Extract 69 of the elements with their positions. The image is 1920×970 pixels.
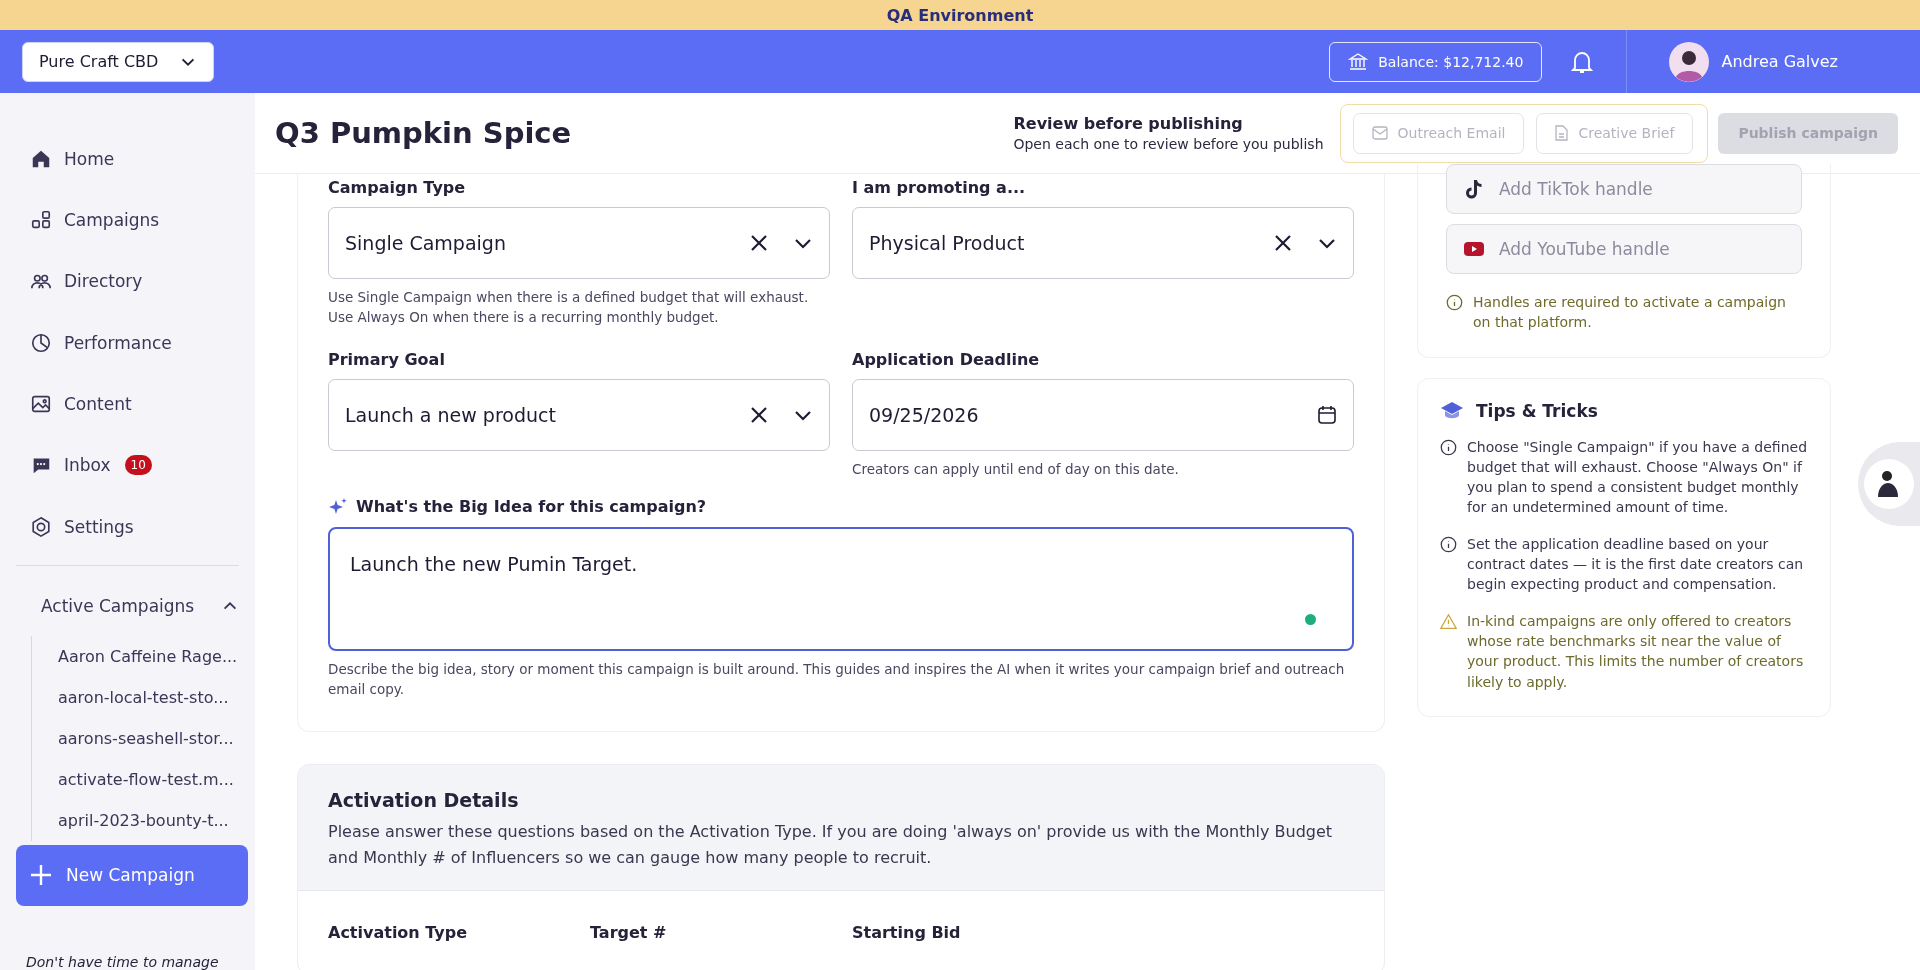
sidebar-item[interactable]: Campaigns <box>0 189 255 251</box>
user-name[interactable]: Andrea Galvez <box>1721 52 1838 71</box>
sidebar-item[interactable]: Performance <box>0 312 255 374</box>
handle-input[interactable]: Add YouTube handle <box>1497 238 1785 260</box>
field-label: Application Deadline <box>852 349 1041 369</box>
info-icon <box>1440 438 1457 456</box>
section-title: Activation Details <box>328 789 520 812</box>
field-label: What's the Big Idea for this campaign? <box>356 497 707 517</box>
sidebar-item[interactable]: Directory <box>0 250 255 312</box>
select-field[interactable]: Single Campaign <box>328 207 830 279</box>
page-title: Q3 Pumpkin Spice <box>275 116 572 150</box>
section-toggle[interactable]: Active Campaigns <box>0 576 255 636</box>
handle-field[interactable]: Add TikTok handle <box>1446 164 1802 214</box>
big-idea-textarea[interactable]: Launch the new Pumin Target. <box>328 526 1354 651</box>
campaign-link[interactable]: Aaron Caffeine Rage... <box>58 635 255 677</box>
handle-input[interactable]: Add TikTok handle <box>1497 178 1785 200</box>
sidebar-item[interactable]: Inbox 10 <box>0 434 255 496</box>
document-icon <box>1555 125 1569 141</box>
campaign-link[interactable]: aarons-seashell-stor... <box>58 717 255 759</box>
date-field[interactable]: 09/25/2026 <box>852 378 1354 451</box>
info-icon <box>1446 294 1463 311</box>
campaign-link[interactable]: april-2023-bounty-t... <box>58 799 255 841</box>
settings-icon <box>30 515 52 538</box>
brand-dropdown[interactable]: Pure Craft CBD <box>22 41 214 82</box>
handles-note: Handles are required to activate a campaign on that platform. <box>1446 292 1802 333</box>
field-label: Primary Goal <box>328 349 446 369</box>
plus-icon <box>30 864 52 887</box>
column-header: Activation Type <box>328 923 469 943</box>
tips-title: Tips & Tricks <box>1476 400 1598 421</box>
mail-icon <box>1371 126 1388 140</box>
column-header: Starting Bid <box>852 923 961 943</box>
environment-banner: QA Environment <box>0 0 1920 30</box>
review-title: Review before publishing <box>1013 114 1244 133</box>
avatar-icon[interactable] <box>1669 41 1710 82</box>
field-label: Campaign Type <box>328 178 467 197</box>
new-campaign-button[interactable]: New Campaign <box>16 844 248 906</box>
warning-icon <box>1440 612 1457 630</box>
clear-icon[interactable] <box>749 404 769 425</box>
sidebar-item[interactable]: Home <box>0 128 255 190</box>
bank-icon <box>1348 51 1369 72</box>
help-text: Creators can apply until end of day on this date. <box>852 459 1180 479</box>
graduation-cap-icon <box>1440 400 1464 421</box>
tip-text: Choose "Single Campaign" if you have a defined budget that will exhaust. Choose "Always On" if you plan to spend a consistent budget monthly for an undetermined amount of time. <box>1467 437 1808 518</box>
balance-button[interactable]: Balance: $12,712.40 <box>1329 41 1543 82</box>
help-text: Describe the big idea, story or moment this campaign is built around. This guides and inspires the AI when it writes your campaign brief and outreach email copy. <box>328 659 1346 699</box>
status-dot <box>1305 613 1316 625</box>
campaign-link[interactable]: aaron-local-test-sto... <box>58 676 255 718</box>
sidebar-item[interactable]: Settings <box>0 495 255 558</box>
calendar-icon[interactable] <box>1317 404 1337 425</box>
field-label: I am promoting a... <box>852 178 1027 197</box>
help-text: Use Single Campaign when there is a defined budget that will exhaust. Use Always On when there is a recurring monthly budget. <box>328 288 810 328</box>
column-header: Target # <box>590 923 668 943</box>
select-field[interactable]: Launch a new product <box>328 378 830 451</box>
tip-text: Set the application deadline based on your contract dates — it is the first date creators can begin expecting product and compensation. <box>1467 534 1805 595</box>
chat-launcher[interactable] <box>1858 442 1920 526</box>
unread-badge: 10 <box>124 455 152 476</box>
clear-icon[interactable] <box>1273 233 1293 253</box>
section-description: Please answer these questions based on the Activation Type. If you are doing 'always on' provide us with the Monthly Budget and Monthly # of Influencers so we can gauge how many people to recruit. <box>328 821 1334 869</box>
clear-icon[interactable] <box>749 233 769 253</box>
person-icon <box>1864 459 1914 509</box>
music-note-icon <box>1463 178 1485 200</box>
sidebar-item[interactable]: Content <box>0 373 255 435</box>
select-field[interactable]: Physical Product <box>852 207 1354 279</box>
campaign-link[interactable]: activate-flow-test.m... <box>58 758 255 800</box>
review-subtitle: Open each one to review before you publish <box>1013 136 1324 152</box>
tip-text: In-kind campaigns are only offered to creators whose rate benchmarks sit near the value of your product. This limits the number of creators likely to apply. <box>1467 611 1805 692</box>
handle-field[interactable]: Add YouTube handle <box>1446 224 1802 274</box>
info-icon <box>1440 535 1457 553</box>
footer-text: Don't have time to manage <box>26 954 220 970</box>
